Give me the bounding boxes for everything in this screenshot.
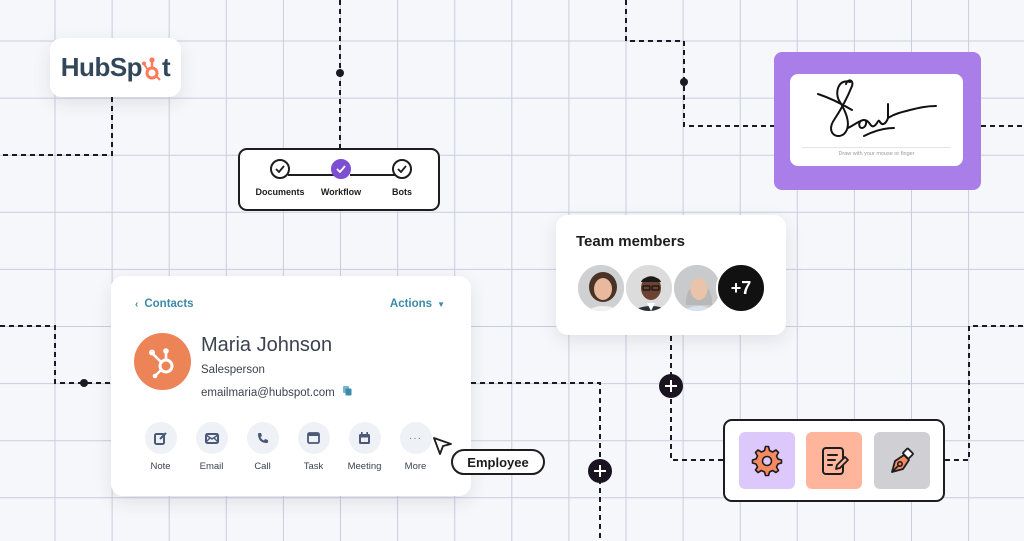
avatar[interactable]	[576, 263, 626, 313]
caret-down-icon: ▼	[437, 299, 445, 309]
tools-card	[723, 419, 945, 502]
contact-card: ‹ Contacts Actions ▼ Maria Johnson Sales…	[111, 276, 471, 496]
step-documents[interactable]: Documents	[245, 159, 315, 197]
cursor-arrow-icon	[433, 437, 452, 455]
email-icon	[204, 432, 219, 444]
check-icon	[331, 159, 351, 179]
signature-baseline	[802, 147, 951, 148]
meeting-button[interactable]: Meeting	[339, 422, 390, 472]
check-icon	[392, 159, 412, 179]
back-to-contacts-link[interactable]: ‹ Contacts	[135, 298, 194, 310]
connector-dot	[336, 69, 344, 77]
more-icon: ···	[409, 432, 422, 444]
hubspot-logo-card: HubSp t	[50, 38, 181, 97]
note-button[interactable]: Note	[135, 422, 186, 472]
contact-email: emailmaria@hubspot.com	[201, 386, 352, 399]
document-edit-icon	[822, 446, 849, 475]
document-edit-tool-button[interactable]	[806, 432, 862, 489]
step-bots[interactable]: Bots	[367, 159, 437, 197]
call-icon	[257, 433, 268, 443]
signature-card: Draw with your mouse or finger	[774, 52, 981, 190]
woman-curly-hair-icon	[578, 265, 624, 311]
team-members-card: Team members +7	[556, 215, 786, 335]
dashed-connector	[0, 325, 111, 384]
contact-role: Salesperson	[201, 364, 265, 376]
man-glasses-icon	[626, 265, 672, 311]
actions-dropdown[interactable]: Actions ▼	[390, 298, 445, 310]
gear-icon	[751, 445, 783, 476]
employee-tag[interactable]: Employee	[451, 449, 545, 475]
more-members-badge[interactable]: +7	[716, 263, 766, 313]
plus-icon	[594, 465, 606, 477]
workflow-stepper: Documents Workflow Bots	[238, 148, 440, 211]
avatar[interactable]	[672, 263, 722, 313]
dashed-connector	[625, 0, 775, 127]
sprocket-icon	[142, 56, 162, 81]
sprocket-icon	[148, 347, 173, 378]
step-workflow[interactable]: Workflow	[306, 159, 376, 197]
avatar[interactable]	[624, 263, 674, 313]
contact-name: Maria Johnson	[201, 334, 333, 356]
dashed-connector	[945, 325, 1024, 461]
add-node-button[interactable]	[588, 459, 612, 483]
add-node-button[interactable]	[659, 374, 683, 398]
pen-tool-button[interactable]	[874, 432, 930, 489]
email-link[interactable]: emailmaria@hubspot.com	[201, 387, 335, 399]
connector-dot	[680, 78, 688, 86]
signature-drawing	[817, 79, 937, 138]
team-title: Team members	[576, 233, 685, 250]
note-icon	[154, 431, 167, 445]
signature-hint: Draw with your mouse or finger	[838, 151, 915, 157]
connector-dot	[80, 379, 88, 387]
email-button[interactable]: Email	[186, 422, 237, 472]
task-button[interactable]: Task	[288, 422, 339, 472]
pen-nib-icon	[891, 447, 914, 473]
dashed-connector	[0, 97, 113, 156]
woman-grey-hair-icon	[674, 265, 720, 311]
plus-icon	[665, 380, 677, 392]
meeting-icon	[359, 431, 370, 444]
hubspot-logo: HubSp t	[60, 52, 171, 82]
dashed-connector	[670, 336, 723, 461]
contact-actions: Note Email Call Task Meeting ··· More	[135, 422, 441, 472]
check-icon	[270, 159, 290, 179]
call-button[interactable]: Call	[237, 422, 288, 472]
copy-icon[interactable]	[342, 386, 352, 399]
chevron-left-icon: ‹	[135, 298, 139, 310]
task-icon	[307, 432, 320, 444]
settings-tool-button[interactable]	[739, 432, 795, 489]
contact-avatar	[134, 333, 191, 390]
signature-pad[interactable]: Draw with your mouse or finger	[790, 74, 963, 166]
